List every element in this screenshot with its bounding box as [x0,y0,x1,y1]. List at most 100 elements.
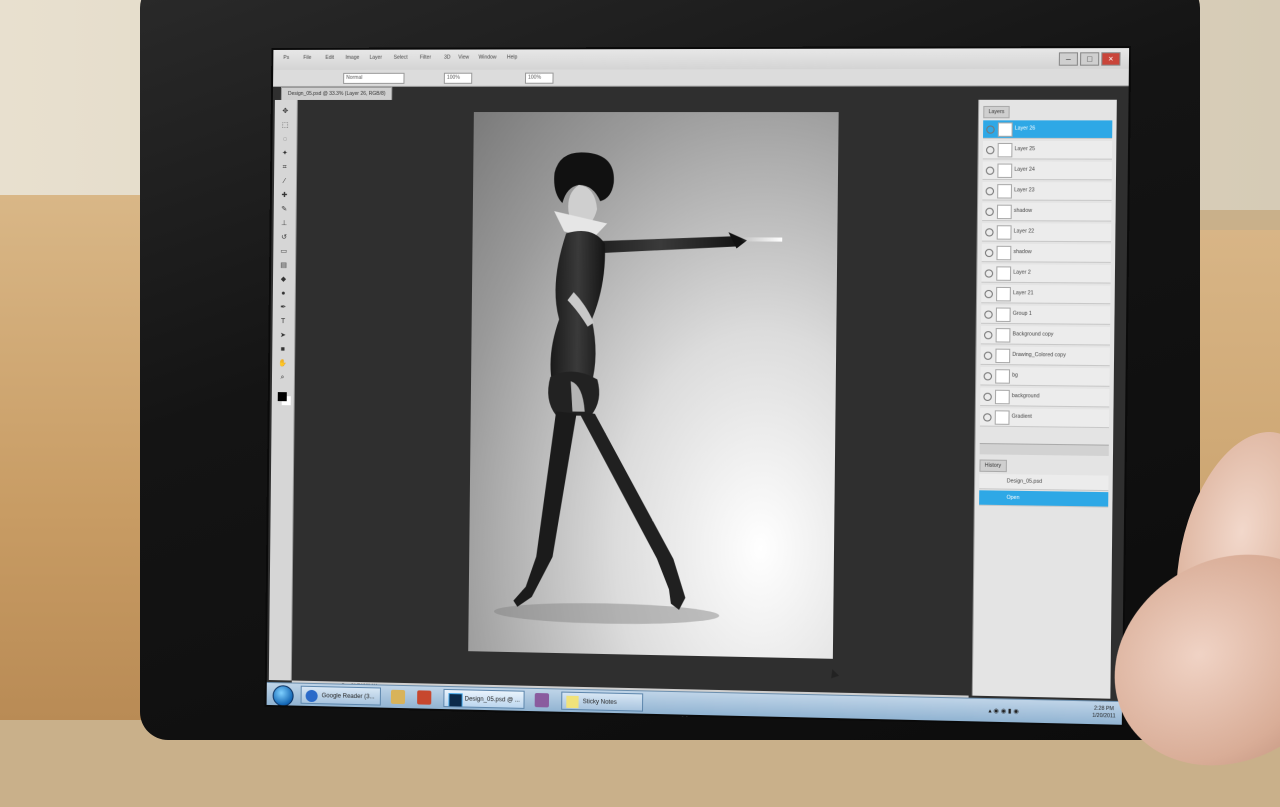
shape-tool-icon[interactable]: ■ [277,346,288,353]
layer-name: Layer 24 [1014,167,1035,173]
layer-row[interactable]: Background copy [981,326,1110,346]
app-icon[interactable] [417,690,431,704]
flow-field[interactable]: 100% [525,73,554,84]
menu-item-help[interactable]: Help [507,54,518,60]
layer-row[interactable]: Layer 24 [983,161,1112,180]
visibility-eye-icon[interactable] [985,249,994,257]
tray-clock[interactable]: 2:28 PM 1/20/2011 [1092,706,1115,721]
tray-icons[interactable]: ▴ ◉ ◉ ▮ ◉ [988,707,1018,715]
visibility-eye-icon[interactable] [984,310,993,318]
task-photoshop[interactable]: Design_05.psd @ ... [443,689,524,709]
layer-thumbnail [996,307,1011,322]
menu-item-edit[interactable]: Edit [325,55,334,61]
photoshop-icon [448,693,462,707]
visibility-eye-icon[interactable] [986,167,995,175]
layer-name: Layer 26 [1015,125,1036,131]
mode-select[interactable]: Normal [343,73,404,84]
close-button[interactable]: × [1101,52,1120,65]
layer-thumbnail [996,287,1011,302]
eraser-tool-icon[interactable]: ▭ [278,248,289,255]
brush-tool-icon[interactable]: ✎ [279,206,290,213]
menu-item-layer[interactable]: Layer [369,55,382,61]
visibility-eye-icon[interactable] [986,125,995,133]
menu-item-filter[interactable]: Filter [420,55,431,61]
visibility-eye-icon[interactable] [985,269,994,277]
zoom-tool-icon[interactable]: ⌕ [277,374,288,381]
move-tool-icon[interactable]: ✥ [280,108,291,115]
sticky-notes-icon [566,696,578,708]
artboard[interactable] [468,112,838,659]
menu-item-3d[interactable]: 3D [444,55,451,61]
layer-row[interactable]: Layer 22 [982,223,1111,242]
task-sticky-notes[interactable]: Sticky Notes [561,692,643,712]
menu-item-view[interactable]: View [458,55,469,61]
layer-panel-buttons[interactable] [980,443,1109,456]
layer-name: Layer 2 [1013,270,1031,276]
visibility-eye-icon[interactable] [984,331,993,339]
layer-name: shadow [1013,249,1031,255]
layer-row[interactable]: shadow [982,244,1111,263]
visibility-eye-icon[interactable] [986,187,995,195]
task-label: Google Reader (3... [322,693,375,700]
magic-wand-icon[interactable]: ✦ [279,150,290,157]
menu-item-window[interactable]: Window [478,55,496,61]
lasso-tool-icon[interactable]: ◌ [279,136,290,143]
visibility-eye-icon[interactable] [983,393,992,401]
history-brush-icon[interactable]: ↺ [278,234,289,241]
layer-row[interactable]: bg [980,367,1109,387]
menu-item-image[interactable]: Image [345,55,359,61]
visibility-eye-icon[interactable] [984,372,993,380]
tab-layers[interactable]: Layers [983,106,1010,118]
maximize-button[interactable]: □ [1080,52,1099,65]
visibility-eye-icon[interactable] [986,146,995,154]
dodge-tool-icon[interactable]: ● [278,290,289,297]
marquee-tool-icon[interactable]: ⬚ [280,122,291,129]
opacity-field[interactable]: 100% [444,73,472,84]
type-tool-icon[interactable]: T [278,318,289,325]
app-icon-2[interactable] [535,693,549,707]
layer-name: shadow [1014,208,1032,214]
history-row[interactable]: Open [979,490,1108,507]
history-step-name: Open [1007,495,1020,501]
layer-row[interactable]: Drawing_Colored copy [981,346,1110,366]
path-select-icon[interactable]: ➤ [277,332,288,339]
document-tab[interactable]: Design_05.psd @ 33.3% (Layer 26, RGB/8) [281,87,393,101]
layer-row[interactable]: Group 1 [981,305,1110,325]
layer-row[interactable]: Gradient [980,408,1109,428]
layer-row[interactable]: Layer 2 [981,264,1110,283]
task-google-reader[interactable]: Google Reader (3... [301,686,381,706]
menu-item-select[interactable]: Select [394,55,408,61]
pen-tool-icon[interactable]: ✒ [278,304,289,311]
history-row[interactable]: Design_05.psd [979,474,1108,491]
start-button[interactable] [273,685,294,706]
folder-icon[interactable] [391,690,405,704]
layer-thumbnail [998,122,1013,136]
layer-row[interactable]: Layer 23 [982,182,1111,201]
menu-item-file[interactable]: File [303,55,311,61]
layer-row[interactable]: shadow [982,203,1111,222]
blur-tool-icon[interactable]: ◆ [278,276,289,283]
layer-row[interactable]: Layer 26 [983,120,1112,139]
tab-history[interactable]: History [979,459,1006,472]
canvas-area[interactable] [292,100,975,696]
clone-stamp-icon[interactable]: ⊥ [279,220,290,227]
foreground-background-color[interactable] [278,392,287,401]
layer-thumbnail [995,410,1010,425]
layer-row[interactable]: background [980,388,1109,408]
visibility-eye-icon[interactable] [985,208,994,216]
ps-logo[interactable]: Ps [283,55,289,61]
healing-brush-icon[interactable]: ✚ [279,192,290,199]
visibility-eye-icon[interactable] [984,290,993,298]
layer-thumbnail [997,164,1012,178]
layer-row[interactable]: Layer 25 [983,141,1112,160]
hand-tool-icon[interactable]: ✋ [277,360,288,367]
minimize-button[interactable]: – [1059,52,1078,65]
eyedropper-icon[interactable]: ⁄ [279,178,290,185]
visibility-eye-icon[interactable] [983,413,992,421]
gradient-tool-icon[interactable]: ▤ [278,262,289,269]
crop-tool-icon[interactable]: ⌗ [279,164,290,171]
visibility-eye-icon[interactable] [985,228,994,236]
visibility-eye-icon[interactable] [984,352,993,360]
layer-row[interactable]: Layer 21 [981,285,1110,304]
layer-thumbnail [998,143,1013,157]
